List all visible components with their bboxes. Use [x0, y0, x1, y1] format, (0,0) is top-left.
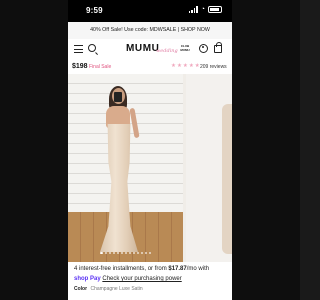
installments-text: 4 interest-free installments, or from $1…	[74, 266, 230, 272]
menu-icon[interactable]	[74, 45, 83, 53]
next-photo-model	[222, 104, 232, 254]
shop-pay-logo: shop Pay	[74, 276, 101, 282]
brand-logo[interactable]: MUMU	[126, 43, 160, 54]
color-row: Color Champagne Luxe Satin	[74, 286, 143, 292]
star-icon: ★	[188, 63, 194, 69]
rating-stars[interactable]: ★ ★ ★ ★ ★	[171, 63, 200, 69]
account-icon[interactable]	[199, 44, 208, 53]
screenshot-stage: 9:59 ◔ 40% Off Sale! Use code: MDWSALE |…	[0, 0, 300, 300]
cart-bag-icon[interactable]	[214, 42, 222, 53]
gallery-dot[interactable]	[113, 252, 115, 254]
signal-icon	[188, 6, 198, 13]
final-sale-label: Final Sale	[89, 64, 112, 70]
wifi-icon: ◔	[200, 6, 205, 13]
status-icons: ◔	[188, 6, 222, 13]
gallery-dots[interactable]	[68, 252, 183, 254]
status-time: 9:59	[86, 6, 103, 15]
gallery-dot[interactable]	[149, 252, 151, 254]
product-gallery[interactable]	[68, 74, 232, 262]
gallery-dot[interactable]	[121, 252, 123, 254]
product-photo[interactable]	[68, 74, 183, 262]
installments-amount: $17.87	[168, 266, 187, 272]
status-bar: 9:59 ◔	[68, 0, 232, 22]
star-icon: ★	[171, 63, 176, 69]
gallery-dot[interactable]	[125, 252, 127, 254]
battery-icon	[208, 6, 222, 13]
color-label: Color	[74, 286, 88, 292]
site-header: MUMU wedding CLUB MUMU	[68, 39, 232, 60]
right-letterbox	[232, 0, 300, 300]
price-bar: $198 Final Sale ★ ★ ★ ★ ★ 209 reviews	[68, 60, 232, 74]
purchasing-power-link[interactable]: Check your purchasing power	[102, 276, 181, 282]
search-icon[interactable]	[88, 44, 96, 52]
gallery-dot[interactable]	[129, 252, 131, 254]
installments-suffix: /mo with	[186, 266, 210, 272]
reviews-link[interactable]: 209 reviews	[200, 64, 227, 70]
product-price: $198	[72, 63, 88, 70]
gallery-dot[interactable]	[145, 252, 147, 254]
gallery-dot[interactable]	[100, 252, 103, 254]
gallery-dot[interactable]	[109, 252, 111, 254]
model-phone	[114, 92, 122, 102]
gallery-dot[interactable]	[117, 252, 119, 254]
gallery-dot[interactable]	[141, 252, 143, 254]
star-icon: ★	[182, 63, 188, 69]
installments-prefix: 4 interest-free installments, or from	[74, 266, 169, 272]
gallery-dot[interactable]	[105, 252, 107, 254]
star-icon: ★	[194, 63, 200, 69]
color-value: Champagne Luxe Satin	[90, 286, 143, 292]
club-mumu-link[interactable]: CLUB MUMU	[178, 44, 192, 52]
left-letterbox	[0, 0, 68, 300]
brand-logo-script: wedding	[156, 48, 178, 54]
phone-screen: 9:59 ◔ 40% Off Sale! Use code: MDWSALE |…	[68, 0, 232, 300]
gallery-dot[interactable]	[137, 252, 139, 254]
promo-banner[interactable]: 40% Off Sale! Use code: MDWSALE | SHOP N…	[68, 22, 232, 39]
gallery-dot[interactable]	[133, 252, 135, 254]
star-icon: ★	[176, 63, 182, 69]
shop-pay-row: shop Pay Check your purchasing power	[74, 276, 182, 282]
